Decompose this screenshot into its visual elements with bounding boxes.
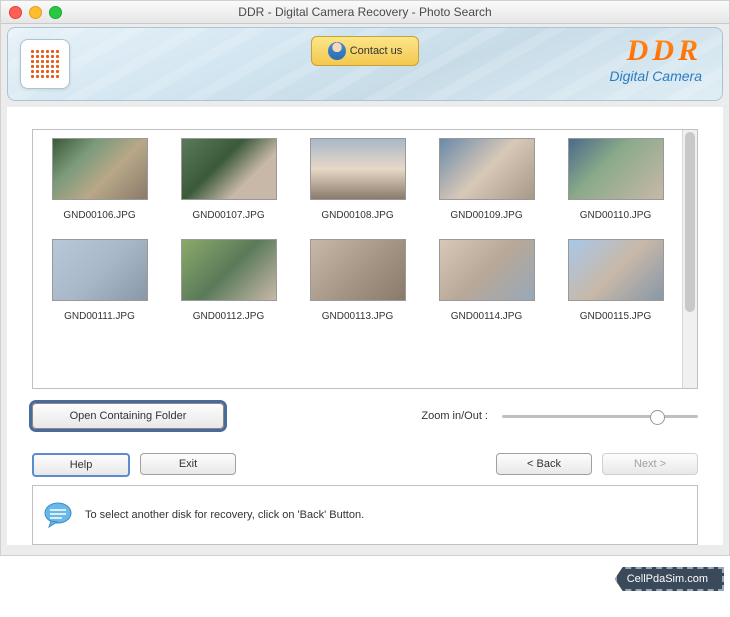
person-icon: [328, 42, 346, 60]
close-icon[interactable]: [9, 6, 22, 19]
exit-button[interactable]: Exit: [140, 453, 236, 475]
contact-us-button[interactable]: Contact us: [311, 36, 419, 66]
open-containing-folder-button[interactable]: Open Containing Folder: [32, 403, 224, 429]
minimize-icon[interactable]: [29, 6, 42, 19]
thumbnail-filename: GND00109.JPG: [450, 210, 522, 221]
back-button[interactable]: < Back: [496, 453, 592, 475]
thumbnail-item[interactable]: GND00108.JPG: [293, 138, 422, 239]
grid-icon: [30, 49, 60, 79]
thumbnail-filename: GND00111.JPG: [64, 311, 135, 322]
thumbnail-item[interactable]: GND00109.JPG: [422, 138, 551, 239]
thumbnail-filename: GND00114.JPG: [451, 311, 523, 322]
brand-logo: DDR: [609, 36, 702, 66]
next-button: Next >: [602, 453, 698, 475]
photo-thumbnail[interactable]: [310, 239, 406, 301]
thumbnail-filename: GND00108.JPG: [321, 210, 393, 221]
zoom-label: Zoom in/Out :: [421, 410, 488, 422]
thumbnail-filename: GND00113.JPG: [322, 311, 394, 322]
photo-thumbnail[interactable]: [568, 239, 664, 301]
titlebar: DDR - Digital Camera Recovery - Photo Se…: [1, 1, 729, 24]
thumbnail-item[interactable]: GND00115.JPG: [551, 239, 680, 340]
thumbnail-item[interactable]: GND00114.JPG: [422, 239, 551, 340]
hint-text: To select another disk for recovery, cli…: [85, 509, 364, 521]
slider-handle[interactable]: [650, 410, 665, 425]
contact-label: Contact us: [350, 45, 403, 57]
zoom-slider[interactable]: [502, 408, 698, 424]
thumbnail-filename: GND00115.JPG: [580, 311, 652, 322]
photo-thumbnail[interactable]: [181, 138, 277, 200]
photo-thumbnail[interactable]: [568, 138, 664, 200]
speech-bubble-icon: [43, 500, 73, 530]
photo-thumbnail[interactable]: [181, 239, 277, 301]
thumbnail-item[interactable]: GND00112.JPG: [164, 239, 293, 340]
thumbnail-filename: GND00107.JPG: [192, 210, 264, 221]
scrollbar-thumb[interactable]: [685, 132, 695, 312]
window-title: DDR - Digital Camera Recovery - Photo Se…: [1, 5, 729, 19]
hint-panel: To select another disk for recovery, cli…: [32, 485, 698, 545]
watermark-badge: CellPdaSim.com: [615, 567, 724, 591]
thumbnail-filename: GND00110.JPG: [580, 210, 652, 221]
zoom-icon[interactable]: [49, 6, 62, 19]
photo-thumbnail[interactable]: [439, 138, 535, 200]
photo-thumbnail[interactable]: [310, 138, 406, 200]
help-button[interactable]: Help: [32, 453, 130, 477]
thumbnail-filename: GND00112.JPG: [193, 311, 265, 322]
thumbnail-item[interactable]: GND00111.JPG: [35, 239, 164, 340]
photo-thumbnail[interactable]: [52, 239, 148, 301]
thumbnail-filename: GND00106.JPG: [63, 210, 135, 221]
brand-subtitle: Digital Camera: [609, 68, 702, 84]
photo-thumbnail[interactable]: [52, 138, 148, 200]
thumbnail-item[interactable]: GND00110.JPG: [551, 138, 680, 239]
photo-thumbnail[interactable]: [439, 239, 535, 301]
thumbnail-item[interactable]: GND00106.JPG: [35, 138, 164, 239]
scrollbar[interactable]: [682, 130, 697, 388]
thumbnail-gallery: GND00106.JPG GND00107.JPG GND00108.JPG GND0…: [32, 129, 698, 389]
thumbnail-item[interactable]: GND00107.JPG: [164, 138, 293, 239]
app-logo-button[interactable]: [20, 39, 70, 89]
header-banner: Contact us DDR Digital Camera: [7, 27, 723, 101]
thumbnail-item[interactable]: GND00113.JPG: [293, 239, 422, 340]
